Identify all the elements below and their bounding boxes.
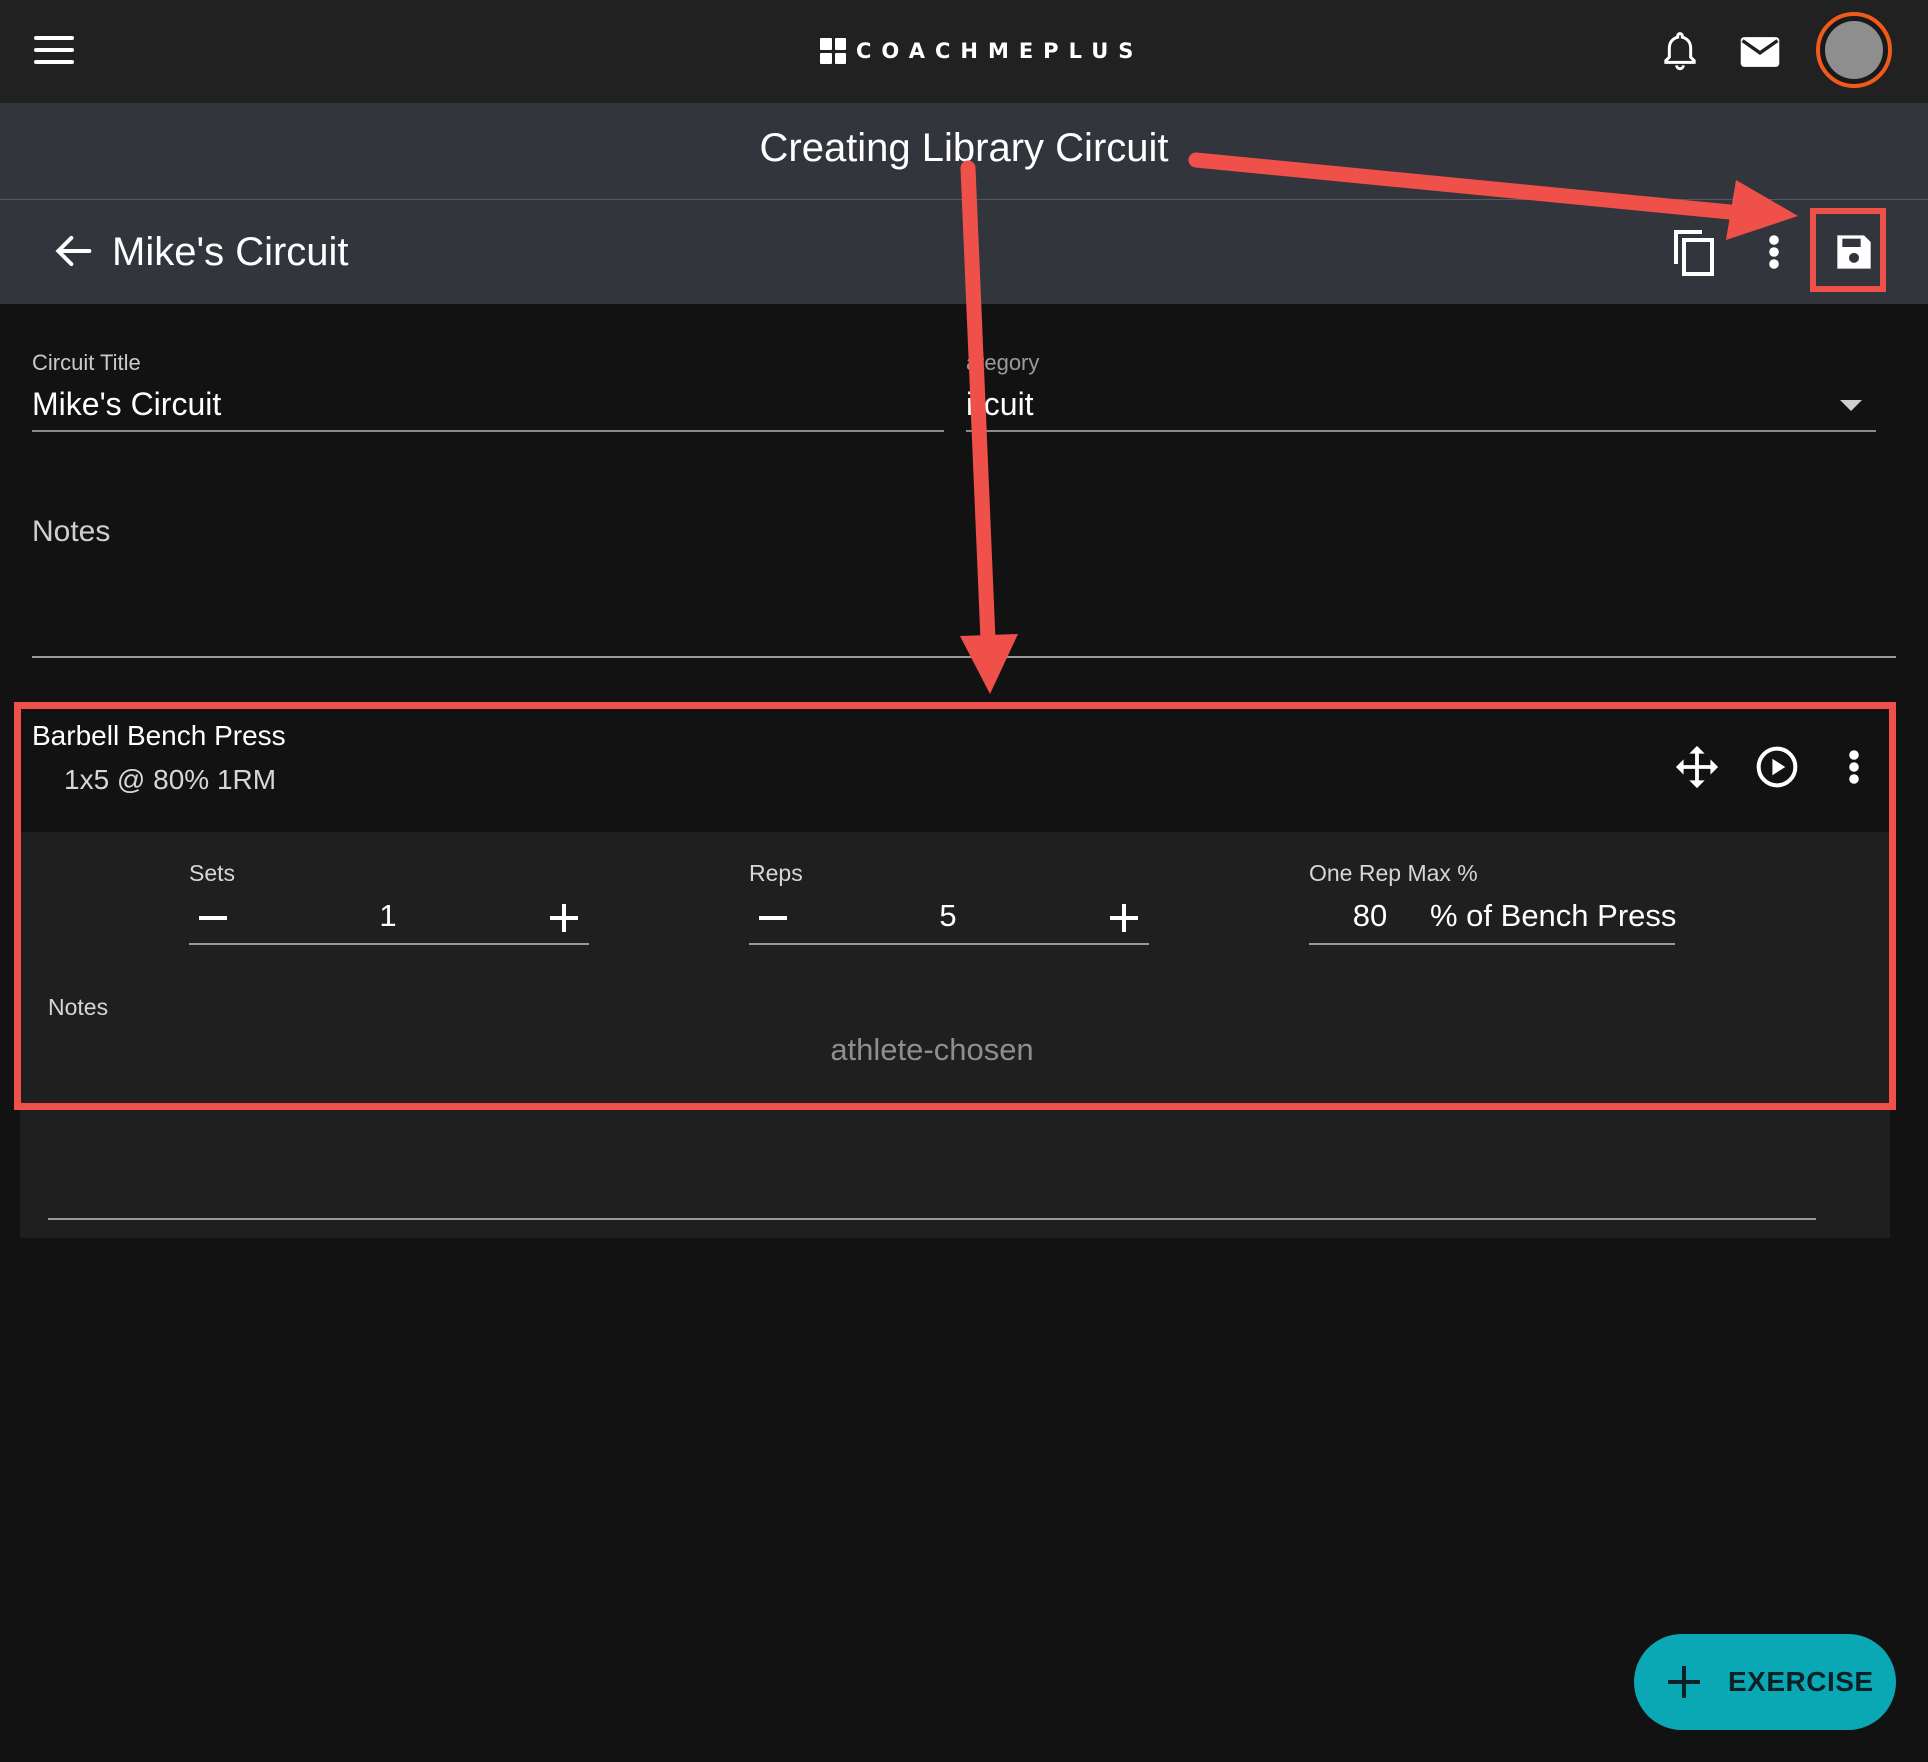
hamburger-menu-icon[interactable] bbox=[34, 36, 74, 66]
copy-icon[interactable] bbox=[1668, 226, 1720, 278]
category-label: ategory bbox=[966, 350, 1040, 375]
more-vertical-icon[interactable] bbox=[1752, 226, 1796, 278]
exercise-notes-underline bbox=[48, 1218, 1816, 1220]
arrow-left-icon[interactable] bbox=[48, 226, 98, 276]
circuit-notes-field[interactable]: Notes bbox=[32, 515, 110, 549]
category-underline bbox=[966, 430, 1876, 432]
circuit-title-label: Circuit Title bbox=[32, 350, 141, 375]
logo-mark-icon bbox=[820, 38, 846, 64]
page-title: Creating Library Circuit bbox=[759, 126, 1169, 170]
mail-icon[interactable] bbox=[1736, 28, 1784, 76]
logo-text: COACHMEPLUS bbox=[856, 39, 1144, 63]
category-select[interactable]: ircuit bbox=[966, 386, 1034, 423]
save-button-annotation-box bbox=[1810, 208, 1886, 292]
bell-icon[interactable] bbox=[1656, 28, 1704, 76]
add-exercise-button[interactable]: EXERCISE bbox=[1634, 1634, 1896, 1730]
user-avatar[interactable] bbox=[1816, 12, 1892, 88]
plus-icon bbox=[1668, 1666, 1700, 1698]
add-exercise-label: EXERCISE bbox=[1728, 1666, 1874, 1697]
avatar-image bbox=[1825, 21, 1883, 79]
exercise-card-annotation-box bbox=[14, 702, 1896, 1110]
circuit-title-underline bbox=[32, 430, 944, 432]
dropdown-arrow-icon[interactable] bbox=[1840, 400, 1862, 411]
circuit-title-input[interactable]: Mike's Circuit bbox=[32, 386, 221, 423]
circuit-notes-underline bbox=[32, 656, 1896, 658]
circuit-name-heading: Mike's Circuit bbox=[112, 230, 349, 274]
app-logo: COACHMEPLUS bbox=[820, 36, 1143, 66]
